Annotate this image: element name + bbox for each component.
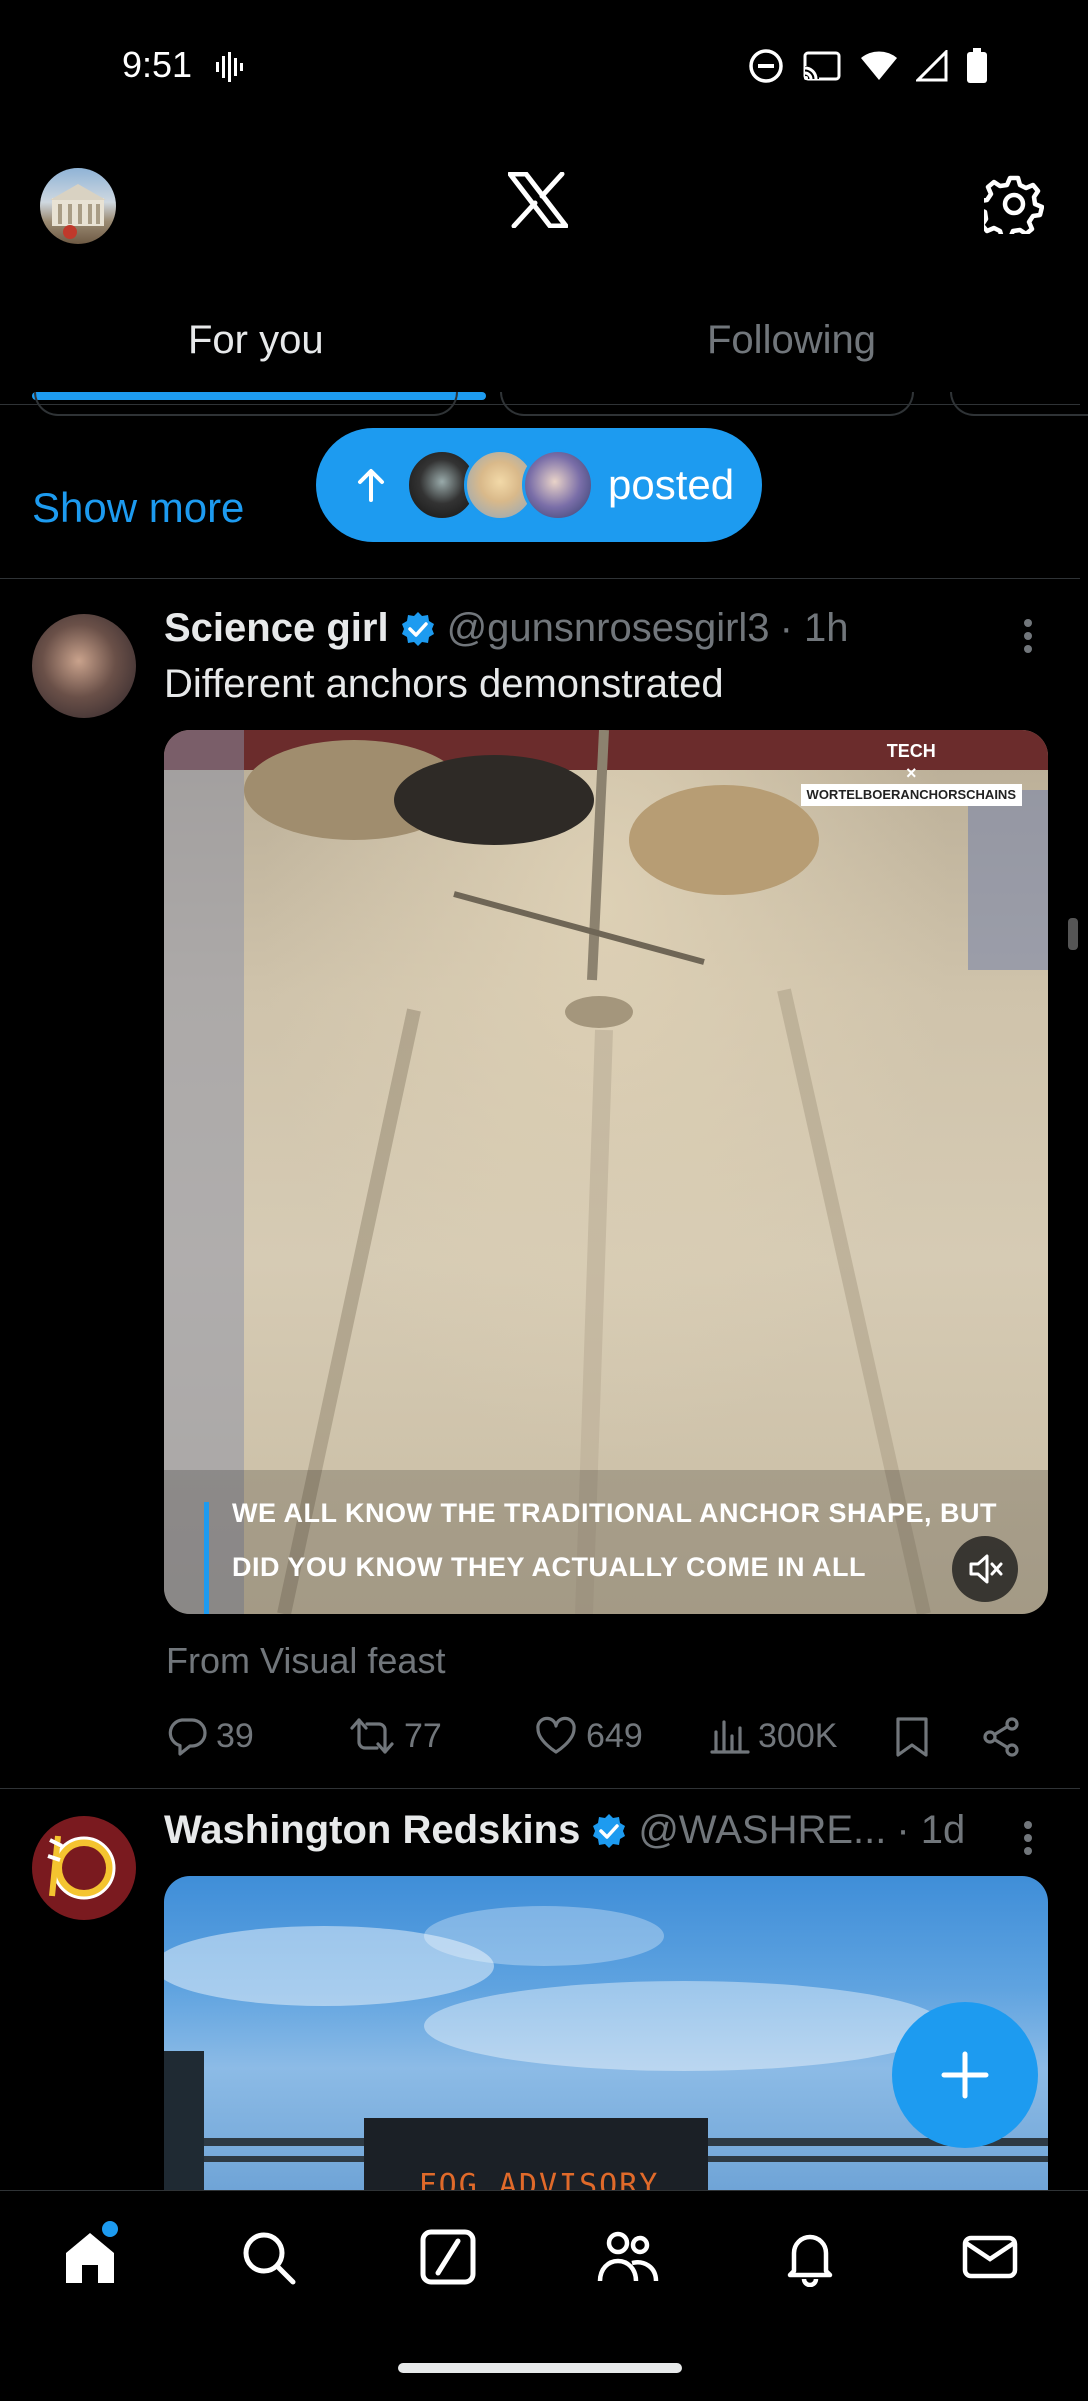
more-options-icon[interactable] bbox=[1022, 618, 1034, 654]
verified-badge-icon bbox=[399, 610, 437, 648]
grok-icon bbox=[420, 2229, 476, 2285]
profile-avatar-button[interactable] bbox=[40, 168, 116, 244]
nav-notifications[interactable] bbox=[780, 2227, 840, 2287]
arrow-up-icon bbox=[356, 468, 386, 502]
reply-icon bbox=[168, 1718, 207, 1756]
communities-icon bbox=[597, 2231, 659, 2282]
tweet-source[interactable]: From Visual feast bbox=[166, 1640, 445, 1682]
reply-count: 39 bbox=[216, 1716, 254, 1755]
views-button[interactable]: 300K bbox=[710, 1716, 837, 1756]
tweet-video[interactable]: TECH × WORTELBOERANCHORSCHAINS WE ALL KN… bbox=[164, 730, 1048, 1614]
do-not-disturb-icon bbox=[748, 48, 784, 84]
mute-toggle-button[interactable] bbox=[952, 1536, 1018, 1602]
share-button[interactable] bbox=[980, 1716, 1022, 1758]
notification-dot bbox=[102, 2221, 118, 2237]
search-icon bbox=[243, 2232, 296, 2285]
battery-icon bbox=[966, 48, 988, 84]
hidden-item-edge bbox=[950, 392, 1088, 416]
heart-icon bbox=[536, 1716, 576, 1754]
divider bbox=[0, 1788, 1080, 1789]
nav-search[interactable] bbox=[238, 2227, 298, 2287]
scrollbar[interactable] bbox=[1068, 918, 1078, 950]
x-logo-icon bbox=[508, 172, 568, 228]
hidden-item-edge bbox=[500, 392, 914, 416]
divider bbox=[0, 578, 1080, 579]
wifi-icon bbox=[860, 50, 898, 82]
verified-badge-icon bbox=[590, 1812, 628, 1850]
cast-icon bbox=[802, 48, 842, 84]
tweet-author-name[interactable]: Science girl bbox=[164, 606, 389, 651]
caption-accent-bar bbox=[204, 1502, 209, 1614]
tweet-avatar[interactable] bbox=[32, 614, 136, 718]
more-options-icon[interactable] bbox=[1022, 1820, 1034, 1856]
share-icon bbox=[983, 1717, 1019, 1757]
repost-button[interactable]: 77 bbox=[348, 1716, 442, 1756]
bookmark-button[interactable] bbox=[894, 1716, 930, 1758]
video-watermark: TECH × WORTELBOERANCHORSCHAINS bbox=[800, 740, 1022, 806]
analytics-icon bbox=[710, 1720, 750, 1754]
signal-icon bbox=[916, 50, 948, 82]
bookmark-icon bbox=[896, 1717, 928, 1757]
new-posts-label: posted bbox=[608, 461, 735, 508]
status-icons bbox=[748, 48, 988, 84]
nav-grok[interactable] bbox=[418, 2227, 478, 2287]
bell-icon bbox=[787, 2234, 833, 2287]
avatar bbox=[522, 449, 594, 521]
nav-messages[interactable] bbox=[960, 2227, 1020, 2287]
video-caption: WE ALL KNOW THE TRADITIONAL ANCHOR SHAPE… bbox=[232, 1498, 997, 1528]
settings-gear-icon[interactable] bbox=[984, 174, 1044, 234]
voice-activity-icon bbox=[214, 50, 244, 84]
view-count: 300K bbox=[758, 1716, 838, 1755]
nav-communities[interactable] bbox=[596, 2227, 660, 2287]
mail-icon bbox=[962, 2235, 1018, 2279]
status-time: 9:51 bbox=[122, 44, 193, 85]
tweet-header: Washington Redskins @WASHRE... · 1d bbox=[164, 1808, 965, 1853]
like-count: 649 bbox=[586, 1716, 643, 1755]
gesture-home-bar[interactable] bbox=[398, 2363, 682, 2373]
tweet-author-name[interactable]: Washington Redskins bbox=[164, 1808, 580, 1853]
tweet-header: Science girl @gunsnrosesgirl3 · 1h bbox=[164, 606, 849, 651]
plus-icon bbox=[941, 2051, 989, 2099]
tab-for-you[interactable]: For you bbox=[188, 318, 324, 363]
tweet-text: Different anchors demonstrated bbox=[164, 662, 724, 706]
show-more-link[interactable]: Show more bbox=[32, 484, 244, 532]
tweet-timestamp: · 1d bbox=[896, 1808, 966, 1852]
video-caption: DID YOU KNOW THEY ACTUALLY COME IN ALL bbox=[232, 1552, 867, 1582]
like-button[interactable]: 649 bbox=[534, 1716, 643, 1756]
repost-count: 77 bbox=[404, 1716, 442, 1755]
tweet-author-handle[interactable]: @WASHRE... bbox=[638, 1808, 886, 1853]
reply-button[interactable]: 39 bbox=[166, 1716, 254, 1756]
tweet-author-handle[interactable]: @gunsnrosesgirl3 bbox=[447, 606, 770, 651]
repost-icon bbox=[350, 1718, 394, 1754]
volume-muted-icon bbox=[969, 1554, 1003, 1584]
new-posts-pill[interactable]: posted bbox=[316, 428, 762, 542]
team-logo-icon bbox=[47, 1835, 116, 1900]
tweet-avatar[interactable] bbox=[32, 1816, 136, 1920]
tweet-timestamp: · 1h bbox=[779, 606, 849, 650]
compose-post-button[interactable] bbox=[892, 2002, 1038, 2148]
tab-following[interactable]: Following bbox=[707, 318, 876, 363]
hidden-item-edge bbox=[34, 392, 458, 416]
